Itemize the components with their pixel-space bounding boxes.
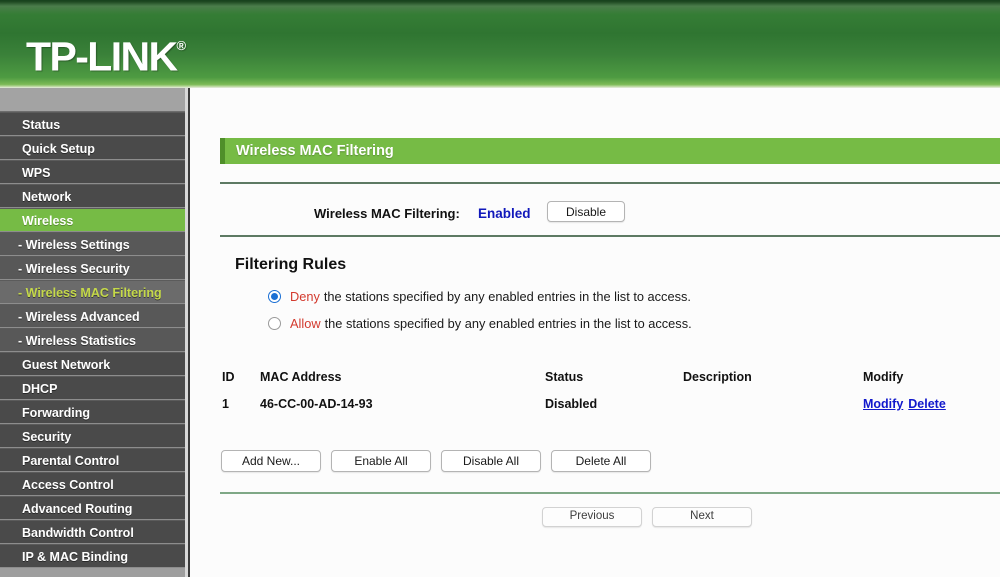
sidebar-item-label: Forwarding (22, 406, 91, 420)
modify-link[interactable]: Modify (863, 397, 903, 411)
rule-option-allow[interactable]: Allow the stations specified by any enab… (268, 316, 692, 331)
sidebar-item-label: - Wireless Statistics (18, 334, 136, 348)
sidebar-item-wireless-advanced[interactable]: - Wireless Advanced (0, 304, 185, 328)
tp-link-logo: TP-LINK® (26, 31, 186, 78)
sidebar-item-label: - Wireless Advanced (18, 310, 140, 324)
sidebar-item-ip-mac-binding[interactable]: IP & MAC Binding (0, 544, 185, 568)
sidebar-item-label: IP & MAC Binding (22, 550, 129, 564)
sidebar-item-wireless-mac-filtering[interactable]: - Wireless MAC Filtering (0, 280, 185, 304)
sidebar-item-quick-setup[interactable]: Quick Setup (0, 136, 185, 160)
sidebar-top-spacer (0, 88, 185, 112)
sidebar-item-label: - Wireless MAC Filtering (18, 286, 162, 300)
column-header-mac-address: MAC Address (260, 370, 342, 384)
sidebar-item-parental-control[interactable]: Parental Control (0, 448, 185, 472)
sidebar-item-security[interactable]: Security (0, 424, 185, 448)
column-header-status: Status (545, 370, 584, 384)
next-page-button[interactable]: Next (652, 507, 752, 527)
sidebar-item-wireless-security[interactable]: - Wireless Security (0, 256, 185, 280)
sidebar-item-label: Parental Control (22, 454, 120, 468)
logo-text: TP-LINK (26, 33, 178, 80)
rule-text-allow: the stations specified by any enabled en… (324, 316, 692, 331)
delete-all-button[interactable]: Delete All (551, 450, 651, 472)
sidebar-item-label: Network (22, 190, 72, 204)
cell-mac-address: 46-CC-00-AD-14-93 (260, 397, 373, 411)
site-header-banner: TP-LINK® (0, 0, 1000, 88)
column-header-id: ID (222, 370, 235, 384)
filtering-toggle-row: Wireless MAC Filtering: Enabled Disable (190, 198, 1000, 228)
sidebar-item-label: Advanced Routing (22, 502, 133, 516)
rule-keyword-deny: Deny (290, 289, 320, 304)
add-new-button[interactable]: Add New... (221, 450, 321, 472)
sidebar-item-label: - Wireless Security (18, 262, 130, 276)
action-button-row: Add New... Enable All Disable All Delete… (190, 450, 1000, 474)
sidebar-item-wireless[interactable]: Wireless (0, 208, 185, 232)
sidebar-item-status[interactable]: Status (0, 112, 185, 136)
router-admin-page: TP-LINK® Status Quick Setup WPS Network Wire… (0, 0, 1000, 577)
disable-filtering-button[interactable]: Disable (547, 201, 625, 222)
cell-id: 1 (222, 397, 229, 411)
page-title: Wireless MAC Filtering (236, 143, 394, 159)
delete-link[interactable]: Delete (908, 397, 946, 411)
sidebar-item-label: Status (22, 118, 61, 132)
rule-keyword-allow: Allow (290, 316, 321, 331)
registered-trademark-icon: ® (176, 38, 187, 53)
sidebar-item-label: Security (22, 430, 72, 444)
column-header-description: Description (683, 370, 752, 384)
page-title-bar: Wireless MAC Filtering (220, 138, 1000, 164)
sidebar-item-label: Quick Setup (22, 142, 95, 156)
sidebar-menu-list: Status Quick Setup WPS Network Wireless - Wir… (0, 112, 185, 568)
sidebar-item-advanced-routing[interactable]: Advanced Routing (0, 496, 185, 520)
rule-option-deny[interactable]: Deny the stations specified by any enabl… (268, 289, 691, 304)
sidebar-item-label: WPS (22, 166, 51, 180)
filtering-status-value: Enabled (478, 205, 531, 221)
main-content: Wireless MAC Filtering Wireless MAC Filt… (190, 88, 1000, 577)
sidebar-item-wireless-settings[interactable]: - Wireless Settings (0, 232, 185, 256)
enable-all-button[interactable]: Enable All (331, 450, 431, 472)
cell-modify-actions: Modify Delete (863, 397, 946, 411)
cell-status: Disabled (545, 397, 598, 411)
sidebar-item-label: Bandwidth Control (22, 526, 134, 540)
sidebar-item-label: Guest Network (22, 358, 111, 372)
divider-pagination (220, 492, 1000, 494)
previous-page-button[interactable]: Previous (542, 507, 642, 527)
divider-top (220, 182, 1000, 184)
pagination-row: Previous Next (190, 507, 1000, 531)
sidebar-item-dhcp[interactable]: DHCP (0, 376, 185, 400)
divider-rules (220, 235, 1000, 237)
filtering-status-label: Wireless MAC Filtering: (314, 205, 460, 221)
sidebar-item-guest-network[interactable]: Guest Network (0, 352, 185, 376)
sidebar-item-forwarding[interactable]: Forwarding (0, 400, 185, 424)
radio-deny[interactable] (268, 290, 281, 303)
sidebar-item-network[interactable]: Network (0, 184, 185, 208)
column-header-modify: Modify (863, 370, 904, 384)
filtering-rules-heading: Filtering Rules (235, 256, 347, 273)
sidebar-item-label: DHCP (22, 382, 58, 396)
radio-allow[interactable] (268, 317, 281, 330)
rule-text-deny: the stations specified by any enabled en… (323, 289, 691, 304)
sidebar-item-wps[interactable]: WPS (0, 160, 185, 184)
sidebar-item-label: - Wireless Settings (18, 238, 130, 252)
sidebar-item-label: Wireless (22, 214, 74, 228)
sidebar-nav: Status Quick Setup WPS Network Wireless - Wir… (0, 88, 185, 577)
disable-all-button[interactable]: Disable All (441, 450, 541, 472)
sidebar-item-bandwidth-control[interactable]: Bandwidth Control (0, 520, 185, 544)
sidebar-item-access-control[interactable]: Access Control (0, 472, 185, 496)
sidebar-item-label: Access Control (22, 478, 114, 492)
sidebar-item-wireless-statistics[interactable]: - Wireless Statistics (0, 328, 185, 352)
